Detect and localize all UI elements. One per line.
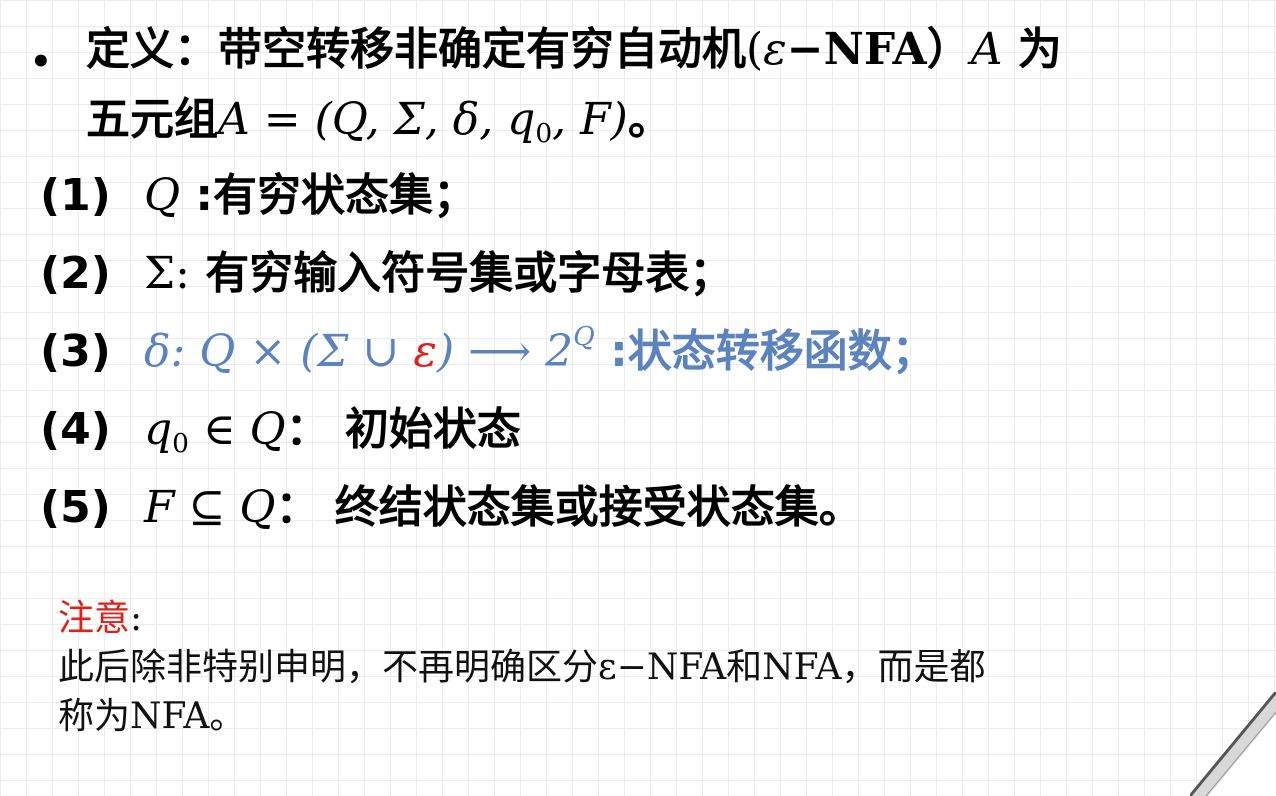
definition-line-2: 五元组A = (Q, Σ, δ, q0, F)。 (86, 90, 672, 150)
item-text: :有穷状态集； (180, 170, 477, 221)
item-math: q (144, 404, 173, 455)
note-block: 注意: 此后除非特别申明，不再明确区分ε−NFA和NFA，而是都 称为NFA。 (58, 594, 986, 741)
item-text: 有穷输入符号集或字母表； (189, 248, 734, 299)
item-5: (5) F ⊆ Q： 终结状态集或接受状态集。 (40, 478, 863, 538)
definition-lead: 定义：带空转移非确定有穷自动机 (86, 24, 746, 75)
item-1: (1) Q :有穷状态集； (40, 166, 477, 226)
automaton-symbol: A (970, 24, 1003, 75)
item-math: δ: Q × (Σ ∪ (144, 326, 414, 377)
item-2: (2) Σ: 有穷输入符号集或字母表； (40, 244, 733, 304)
item-math: Q (144, 170, 181, 221)
definition-line-1: 定义：带空转移非确定有穷自动机(ε−NFA）A 为 (86, 20, 1062, 80)
definition-period: 。 (627, 94, 672, 145)
definition-wei: 为 (1002, 24, 1062, 75)
paren-open: ( (746, 24, 764, 75)
subscript-zero: 0 (172, 427, 189, 459)
item-math: Σ: (144, 248, 190, 299)
subscript-zero: 0 (535, 117, 553, 149)
epsilon-symbol: ε (413, 326, 437, 377)
item-number: (5) (40, 482, 111, 533)
nfa-label: −NFA (786, 24, 927, 75)
note-heading: 注意: (58, 594, 986, 643)
note-title: 注意 (58, 598, 131, 639)
paren-close: ） (926, 24, 971, 75)
item-number: (3) (40, 326, 111, 377)
tuple-math: A = (Q, Σ, δ, q (218, 94, 536, 145)
slide: • 定义：带空转移非确定有穷自动机(ε−NFA）A 为 五元组A = (Q, Σ… (0, 0, 1276, 796)
five-tuple-label: 五元组 (86, 94, 218, 145)
item-math-arrow: ) ⟶ 2 (436, 326, 574, 377)
note-line-1: 此后除非特别申明，不再明确区分ε−NFA和NFA，而是都 (58, 647, 986, 688)
item-number: (4) (40, 404, 111, 455)
note-line-2: 称为NFA。 (58, 696, 246, 737)
epsilon-symbol: ε (763, 24, 787, 75)
tuple-math-tail: , F) (552, 94, 628, 145)
bullet-dot: • (30, 42, 52, 82)
item-text: ： 终结状态集或接受状态集。 (275, 482, 863, 533)
item-math-tail: ∈ Q (188, 404, 286, 455)
note-colon: : (130, 598, 143, 639)
item-text: :状态转移函数； (594, 326, 936, 377)
item-math: F ⊆ Q (144, 482, 276, 533)
item-number: (2) (40, 248, 111, 299)
item-text: ： 初始状态 (285, 404, 521, 455)
page-curl-icon (1190, 692, 1276, 796)
item-number: (1) (40, 170, 111, 221)
item-4: (4) q0 ∈ Q： 初始状态 (40, 400, 521, 460)
superscript-q: Q (573, 320, 595, 352)
item-3: (3) δ: Q × (Σ ∪ ε) ⟶ 2Q :状态转移函数； (40, 322, 936, 382)
